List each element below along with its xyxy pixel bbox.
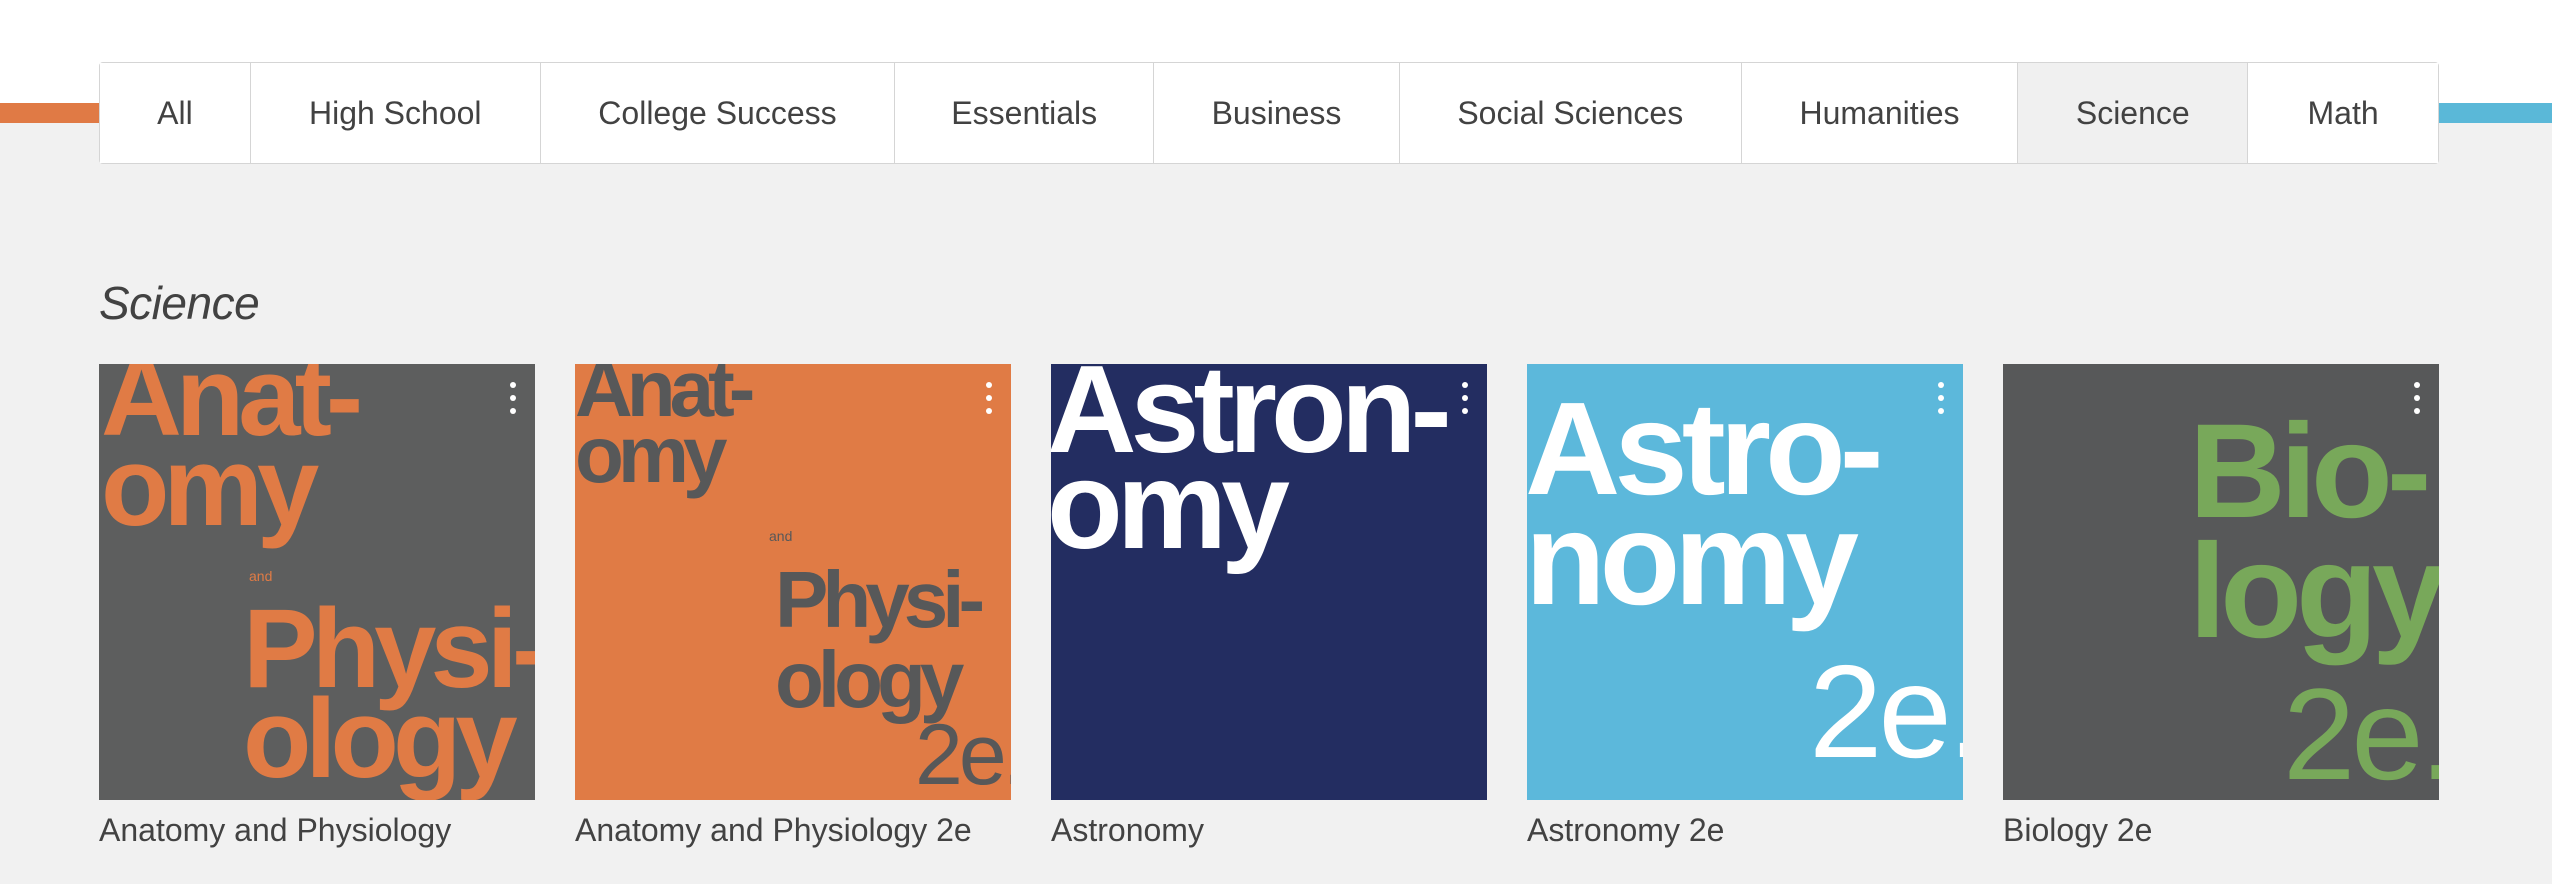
tab-humanities[interactable]: Humanities — [1741, 63, 2019, 163]
cover-title-line: ology — [243, 676, 518, 800]
tab-all[interactable]: All — [100, 63, 251, 163]
cover-title-line: Physi- — [775, 555, 985, 644]
cover-title-line: Bio- — [2189, 397, 2431, 546]
cover-edition: 2e. — [2283, 661, 2439, 800]
book-cover[interactable]: Astron- omy — [1051, 364, 1487, 800]
book-cover[interactable]: Astro- nomy 2e. — [1527, 364, 1963, 800]
accent-bar-right — [2438, 103, 2552, 123]
book-card-anatomy-physiology: Anat- omy and Physi- ology Anatomy and P… — [99, 364, 535, 849]
kebab-menu-icon[interactable] — [2409, 382, 2425, 414]
kebab-menu-icon[interactable] — [981, 382, 997, 414]
tab-science[interactable]: Science — [2018, 63, 2249, 163]
tab-social-sciences[interactable]: Social Sciences — [1399, 63, 1742, 163]
kebab-menu-icon[interactable] — [1457, 382, 1473, 414]
book-card-anatomy-physiology-2e: Anat- omy and Physi- ology 2e. Anatomy a… — [575, 364, 1011, 849]
cover-edition: 2e. — [1809, 638, 1963, 785]
book-cover[interactable]: Anat- omy and Physi- ology — [99, 364, 535, 800]
cover-and-text: and — [769, 528, 793, 544]
cover-edition: 2e. — [915, 707, 1011, 800]
book-title[interactable]: Anatomy and Physiology 2e — [575, 812, 1011, 849]
book-cover[interactable]: Anat- omy and Physi- ology 2e. — [575, 364, 1011, 800]
book-card-astronomy-2e: Astro- nomy 2e. Astronomy 2e — [1527, 364, 1963, 849]
book-card-astronomy: Astron- omy Astronomy — [1051, 364, 1487, 849]
kebab-menu-icon[interactable] — [1933, 382, 1949, 414]
tab-essentials[interactable]: Essentials — [895, 63, 1155, 163]
tab-high-school[interactable]: High School — [250, 63, 541, 163]
book-card-biology-2e: Bio- logy 2e. Biology 2e — [2003, 364, 2439, 849]
book-title[interactable]: Anatomy and Physiology — [99, 812, 535, 849]
cover-title-line: logy — [2189, 517, 2439, 666]
tab-college-success[interactable]: College Success — [540, 63, 896, 163]
tab-math[interactable]: Math — [2248, 63, 2439, 163]
book-title[interactable]: Biology 2e — [2003, 812, 2439, 849]
kebab-menu-icon[interactable] — [505, 382, 521, 414]
cover-title-line: omy — [101, 424, 319, 549]
cover-title-line: nomy — [1527, 485, 1859, 632]
book-title[interactable]: Astronomy — [1051, 812, 1487, 849]
book-title[interactable]: Astronomy 2e — [1527, 812, 1963, 849]
cover-title-line: omy — [1051, 437, 1290, 575]
accent-bar-left — [0, 103, 100, 123]
tab-business[interactable]: Business — [1154, 63, 1400, 163]
book-cover[interactable]: Bio- logy 2e. — [2003, 364, 2439, 800]
cover-and-text: and — [249, 568, 273, 584]
subject-filter-tabs: All High School College Success Essentia… — [99, 62, 2439, 164]
section-title: Science — [99, 277, 260, 329]
cover-title-line: omy — [575, 410, 727, 499]
